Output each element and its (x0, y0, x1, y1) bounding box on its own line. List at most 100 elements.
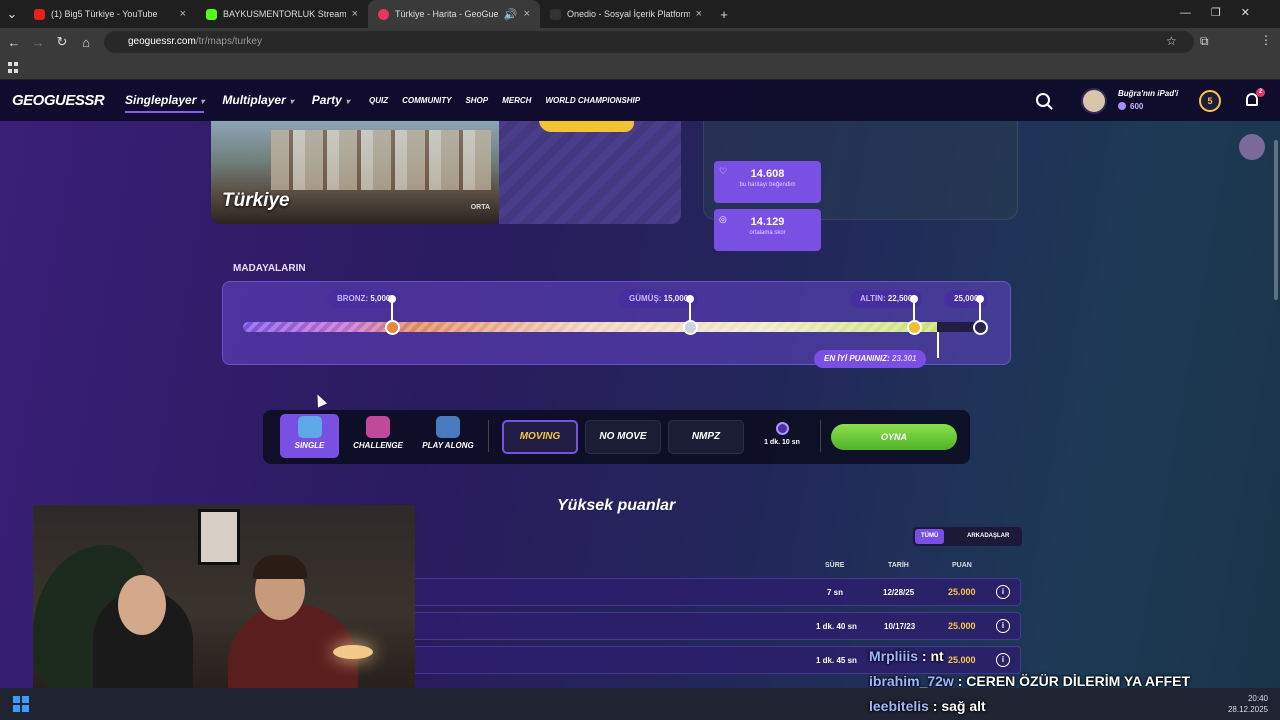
nav-merch[interactable]: MERCH (502, 96, 531, 105)
url-field[interactable]: geoguessr.com/tr/maps/turkey (104, 31, 1194, 53)
close-tab-icon[interactable]: × (524, 8, 530, 20)
home-icon[interactable]: ⌂ (74, 35, 98, 50)
browser-tab[interactable]: BAYKUSMENTORLUK Stream - × (196, 0, 368, 28)
mute-tab-icon[interactable]: 🔊 (504, 8, 518, 21)
clock-date: 28.12.2025 (1227, 705, 1268, 714)
tab-all[interactable]: TÜMÜ (915, 529, 945, 544)
search-icon[interactable] (1036, 93, 1050, 107)
friend-avatar[interactable] (1239, 134, 1265, 160)
nav-world-championship[interactable]: WORLD CHAMPIONSHIP (545, 96, 640, 105)
level-badge[interactable]: 5 (1199, 90, 1221, 112)
streamer-left-head (118, 575, 166, 635)
site-header: GEOGUESSR Singleplayer ▾ Multiplayer ▾ Par… (0, 80, 1280, 121)
play-button[interactable]: OYNA (831, 424, 957, 450)
nav-singleplayer[interactable]: Singleplayer ▾ (125, 93, 205, 113)
map-thumbnail (271, 130, 491, 190)
windows-taskbar: 20:40 28.12.2025 (0, 688, 1280, 720)
url-path: /tr/maps/turkey (195, 36, 262, 47)
nav-shop[interactable]: SHOP (465, 96, 488, 105)
medal-threshold: 15,000 (663, 294, 689, 303)
nav-multiplayer[interactable]: Multiplayer ▾ (222, 93, 293, 113)
mode-challenge[interactable]: CHALLENGE (350, 414, 406, 458)
row-points: 25.000 (948, 621, 976, 631)
chat-text: : sağ alt (928, 698, 986, 714)
game-mode-bar: SINGLE CHALLENGE PLAY ALONG MOVING NO MO… (263, 410, 970, 464)
close-tab-icon[interactable]: × (180, 8, 186, 20)
row-time: 7 sn (827, 588, 844, 597)
best-score-badge: EN İYİ PUANINIZ: 23.301 (814, 350, 927, 368)
mode-label: CHALLENGE (353, 441, 403, 450)
map-pin-icon (297, 416, 322, 438)
tab-list-icon[interactable]: ⌄ (0, 6, 24, 22)
map-name: Türkiye (222, 190, 290, 211)
table-row[interactable]: 7 sn 12/28/25 25.000 i (380, 578, 1021, 606)
new-tab-icon[interactable]: + (712, 7, 736, 22)
tab-friends[interactable]: ARKADAŞLAR (961, 529, 1015, 544)
extensions-icon[interactable]: ⧉ (1200, 34, 1209, 49)
mode-play-along[interactable]: PLAY ALONG (418, 414, 478, 458)
nmpz-button[interactable]: NMPZ (668, 420, 744, 454)
forward-icon[interactable]: → (26, 35, 50, 50)
best-score-pin (937, 332, 939, 358)
system-clock[interactable]: 20:40 28.12.2025 (1228, 693, 1268, 715)
chat-message: ibrahim_72w : CEREN ÖZÜR DİLERİM YA AFFE… (869, 673, 1190, 689)
wall-frame (198, 509, 240, 565)
moving-button[interactable]: MOVING (502, 420, 578, 454)
target-icon: ◎ (719, 214, 727, 224)
nav-label: Party (311, 93, 342, 107)
row-time: 1 dk. 40 sn (816, 622, 857, 631)
chat-username: Mrpliiis (869, 648, 919, 664)
apps-grid-icon[interactable] (8, 62, 19, 73)
mouse-cursor (312, 392, 328, 408)
tab-title: Türkiye - Harita - GeoGuess (395, 9, 498, 19)
likes-stat: ♡ 14.608 bu haritayı beğendim (714, 161, 821, 203)
geoguessr-logo[interactable]: GEOGUESSR (12, 92, 105, 109)
avatar[interactable] (1081, 88, 1107, 114)
bookmarks-bar (0, 56, 1280, 80)
browser-tab[interactable]: Onedio - Sosyal İçerik Platform × (540, 0, 712, 28)
close-tab-icon[interactable]: × (352, 8, 358, 20)
info-icon[interactable]: i (996, 585, 1010, 599)
row-date: 12/28/25 (883, 588, 915, 597)
info-icon[interactable]: i (996, 619, 1010, 633)
reload-icon[interactable]: ↻ (50, 34, 74, 50)
nav-party[interactable]: Party ▾ (312, 93, 350, 113)
chat-message: leebitelis : sağ alt (869, 698, 986, 714)
medal-marker (683, 320, 698, 335)
scrollbar[interactable] (1274, 140, 1278, 300)
tab-title: (1) Big5 Türkiye - YouTube (51, 9, 158, 19)
medal-pin (388, 295, 396, 320)
window-controls[interactable]: —❐✕ (1180, 6, 1270, 19)
map-preview (499, 120, 681, 224)
close-tab-icon[interactable]: × (696, 8, 702, 20)
chat-text: : CEREN ÖZÜR DİLERİM YA AFFET (953, 673, 1191, 689)
nav-quiz[interactable]: QUIZ (369, 96, 388, 105)
menu-icon[interactable]: ⋮ (1260, 33, 1272, 47)
geoguessr-pin-icon (378, 8, 389, 20)
nav-label: Multiplayer (222, 93, 286, 107)
medal-marker (907, 320, 922, 335)
chat-message: Mrpliiis : nt (869, 648, 944, 664)
chat-username: leebitelis (869, 698, 929, 714)
username[interactable]: Buğra'nın iPad'i (1118, 89, 1178, 98)
chevron-down-icon: ▾ (345, 97, 350, 106)
windows-start-icon[interactable] (13, 696, 29, 712)
table-row[interactable]: 1 dk. 40 sn 10/17/23 25.000 i (380, 612, 1021, 640)
medal-marker (973, 320, 988, 335)
browser-tab-active[interactable]: Türkiye - Harita - GeoGuess 🔊 × (368, 0, 540, 28)
medal-pin (910, 295, 918, 320)
tab-title: Onedio - Sosyal İçerik Platform (567, 9, 690, 19)
time-limit-setting[interactable]: 1 dk. 10 sn (761, 422, 803, 446)
map-stats-panel: ♡ 14.608 bu haritayı beğendim ◎ 14.129 o… (703, 120, 1018, 251)
coin-count: 600 (1130, 102, 1144, 111)
bookmark-star-icon[interactable]: ☆ (1166, 34, 1177, 48)
mode-single[interactable]: SINGLE (280, 414, 339, 458)
map-card[interactable]: Türkiye ORTA (211, 120, 500, 224)
browser-tab[interactable]: (1) Big5 Türkiye - YouTube × (24, 0, 196, 28)
row-date: 10/17/23 (884, 622, 916, 631)
row-time: 1 dk. 45 sn (816, 656, 857, 665)
info-icon[interactable]: i (996, 653, 1010, 667)
no-move-button[interactable]: NO MOVE (585, 420, 661, 454)
back-icon[interactable]: ← (2, 35, 26, 50)
nav-community[interactable]: COMMUNITY (402, 96, 451, 105)
